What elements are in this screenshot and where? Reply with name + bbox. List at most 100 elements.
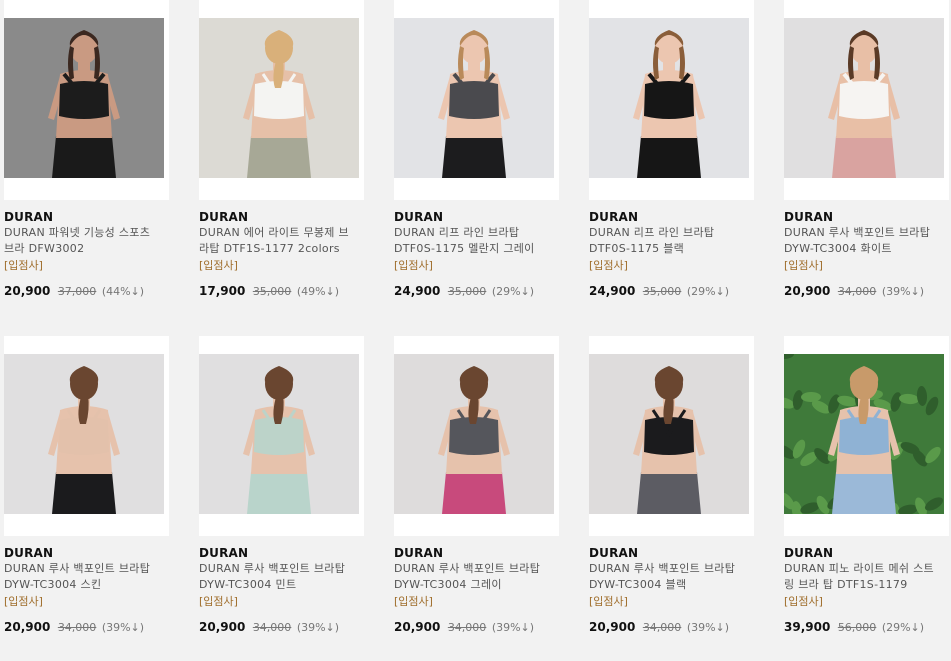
product-name[interactable]: DURAN 루사 백포인트 브라탑 DYW-TC3004 민트 [199, 561, 359, 593]
discount-rate: (29%↓) [686, 285, 730, 298]
original-price: 34,000 [642, 621, 682, 634]
sale-price: 24,900 [589, 284, 636, 298]
vendor-tag: [입점사] [394, 259, 433, 272]
original-price: 34,000 [57, 621, 97, 634]
product-brand: DURAN [4, 210, 54, 224]
price-row: 24,900 35,000 (29%↓) [589, 284, 729, 298]
product-photo[interactable] [199, 18, 359, 178]
sale-price: 24,900 [394, 284, 441, 298]
product-name[interactable]: DURAN 피노 라이트 메쉬 스트링 브라 탑 DTF1S-1179 [784, 561, 944, 593]
discount-rate: (39%↓) [101, 621, 145, 634]
sale-price: 20,900 [394, 620, 441, 634]
model-photo [4, 18, 164, 178]
discount-rate: (29%↓) [491, 285, 535, 298]
model-photo [199, 18, 359, 178]
product-name[interactable]: DURAN 파워넷 기능성 스포츠 브라 DFW3002 [4, 225, 164, 257]
product-image-frame [589, 336, 754, 536]
product-name[interactable]: DURAN 루사 백포인트 브라탑 DYW-TC3004 화이트 [784, 225, 944, 257]
product-brand: DURAN [4, 546, 54, 560]
original-price: 35,000 [447, 285, 487, 298]
vendor-tag: [입점사] [199, 595, 238, 608]
price-row: 20,900 34,000 (39%↓) [199, 620, 339, 634]
price-row: 24,900 35,000 (29%↓) [394, 284, 534, 298]
sale-price: 39,900 [784, 620, 831, 634]
discount-rate: (49%↓) [296, 285, 340, 298]
original-price: 56,000 [837, 621, 877, 634]
product-name[interactable]: DURAN 루사 백포인트 브라탑 DYW-TC3004 그레이 [394, 561, 554, 593]
product-grid: DURAN DURAN 파워넷 기능성 스포츠 브라 DFW3002 [입점사]… [0, 0, 951, 661]
product-brand: DURAN [589, 210, 639, 224]
product-photo[interactable] [394, 354, 554, 514]
price-row: 20,900 34,000 (39%↓) [784, 284, 924, 298]
product-photo[interactable] [589, 354, 749, 514]
discount-rate: (39%↓) [296, 621, 340, 634]
product-name[interactable]: DURAN 루사 백포인트 브라탑 DYW-TC3004 스킨 [4, 561, 164, 593]
original-price: 34,000 [447, 621, 487, 634]
model-photo [394, 354, 554, 514]
product-photo[interactable] [4, 354, 164, 514]
price-row: 39,900 56,000 (29%↓) [784, 620, 924, 634]
model-photo [784, 354, 944, 514]
original-price: 37,000 [57, 285, 97, 298]
product-photo[interactable] [589, 18, 749, 178]
vendor-tag: [입점사] [394, 595, 433, 608]
vendor-tag: [입점사] [199, 259, 238, 272]
product-photo[interactable] [199, 354, 359, 514]
product-brand: DURAN [394, 546, 444, 560]
product-image-frame [4, 0, 169, 200]
price-row: 20,900 37,000 (44%↓) [4, 284, 144, 298]
product-name[interactable]: DURAN 리프 라인 브라탑 DTF0S-1175 블랙 [589, 225, 749, 257]
price-row: 20,900 34,000 (39%↓) [589, 620, 729, 634]
product-photo[interactable] [4, 18, 164, 178]
product-photo[interactable] [784, 354, 944, 514]
discount-rate: (39%↓) [881, 285, 925, 298]
product-image-frame [589, 0, 754, 200]
vendor-tag: [입점사] [784, 259, 823, 272]
vendor-tag: [입점사] [589, 259, 628, 272]
discount-rate: (39%↓) [686, 621, 730, 634]
product-brand: DURAN [199, 210, 249, 224]
product-brand: DURAN [784, 210, 834, 224]
product-photo[interactable] [784, 18, 944, 178]
original-price: 35,000 [642, 285, 682, 298]
product-image-frame [784, 0, 949, 200]
model-photo [394, 18, 554, 178]
product-name[interactable]: DURAN 리프 라인 브라탑 DTF0S-1175 멜란지 그레이 [394, 225, 554, 257]
product-name[interactable]: DURAN 에어 라이트 무봉제 브라탑 DTF1S-1177 2colors [199, 225, 359, 257]
discount-rate: (39%↓) [491, 621, 535, 634]
original-price: 35,000 [252, 285, 292, 298]
vendor-tag: [입점사] [784, 595, 823, 608]
product-brand: DURAN [199, 546, 249, 560]
product-image-frame [394, 0, 559, 200]
vendor-tag: [입점사] [4, 595, 43, 608]
price-row: 20,900 34,000 (39%↓) [394, 620, 534, 634]
product-brand: DURAN [784, 546, 834, 560]
product-image-frame [784, 336, 949, 536]
price-row: 17,900 35,000 (49%↓) [199, 284, 339, 298]
sale-price: 20,900 [4, 620, 51, 634]
model-photo [784, 18, 944, 178]
discount-rate: (44%↓) [101, 285, 145, 298]
sale-price: 20,900 [199, 620, 246, 634]
product-photo[interactable] [394, 18, 554, 178]
original-price: 34,000 [837, 285, 877, 298]
discount-rate: (29%↓) [881, 621, 925, 634]
product-name[interactable]: DURAN 루사 백포인트 브라탑 DYW-TC3004 블랙 [589, 561, 749, 593]
product-image-frame [199, 336, 364, 536]
sale-price: 17,900 [199, 284, 246, 298]
vendor-tag: [입점사] [4, 259, 43, 272]
product-image-frame [394, 336, 559, 536]
model-photo [589, 18, 749, 178]
sale-price: 20,900 [784, 284, 831, 298]
model-photo [4, 354, 164, 514]
model-photo [589, 354, 749, 514]
vendor-tag: [입점사] [589, 595, 628, 608]
sale-price: 20,900 [4, 284, 51, 298]
original-price: 34,000 [252, 621, 292, 634]
product-image-frame [4, 336, 169, 536]
product-image-frame [199, 0, 364, 200]
model-photo [199, 354, 359, 514]
price-row: 20,900 34,000 (39%↓) [4, 620, 144, 634]
product-brand: DURAN [394, 210, 444, 224]
sale-price: 20,900 [589, 620, 636, 634]
